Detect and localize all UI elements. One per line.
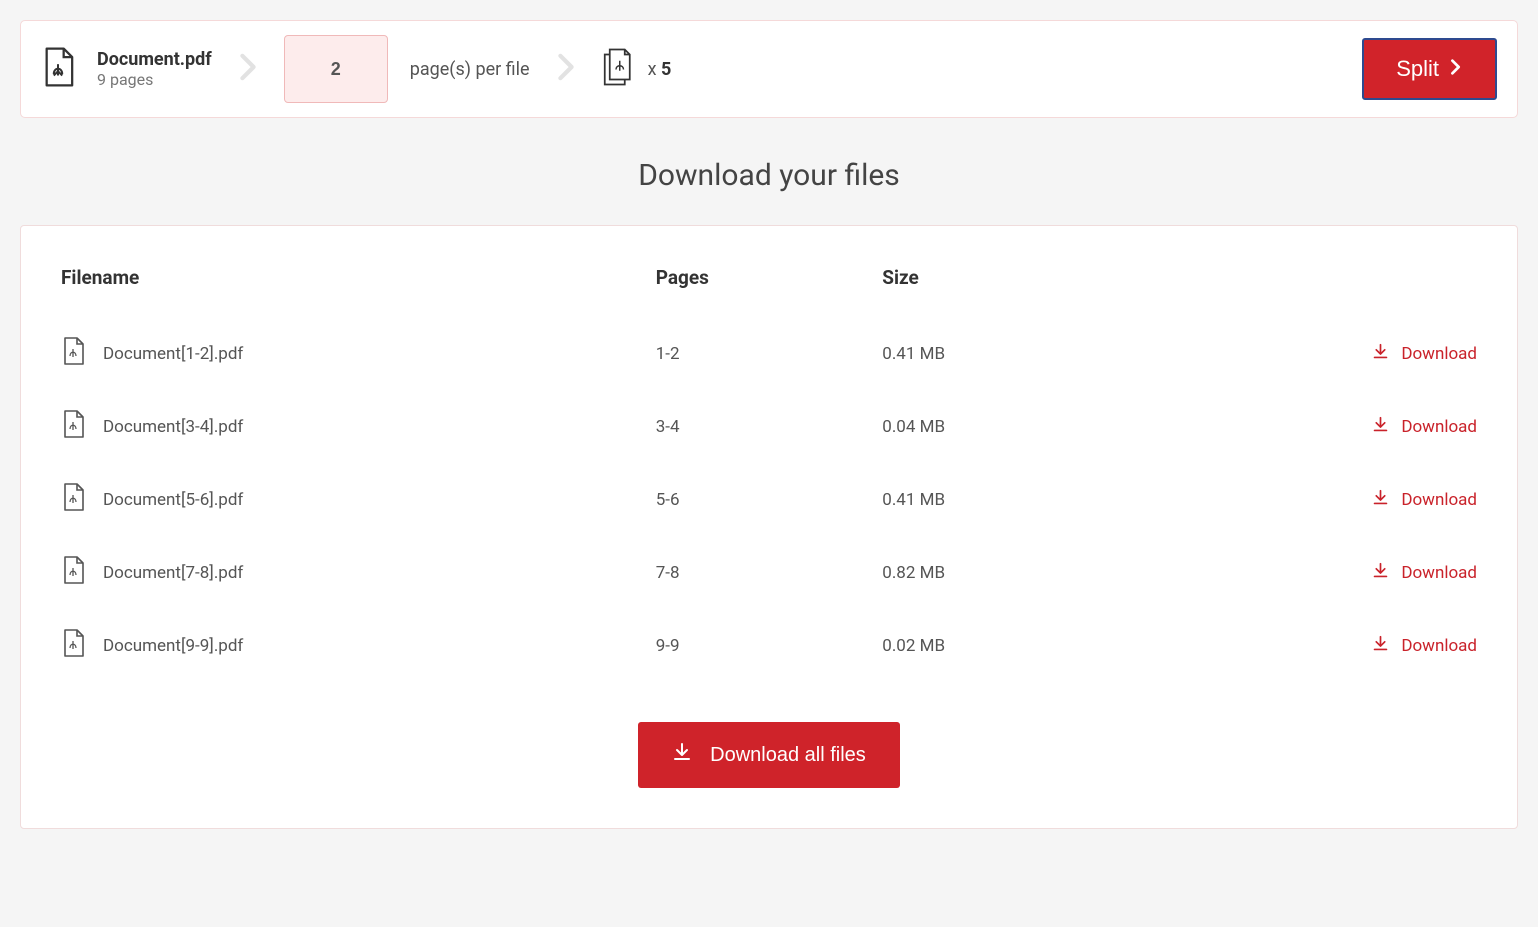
download-link[interactable]: Download: [1194, 489, 1477, 511]
pdf-icon: [61, 337, 85, 370]
download-label: Download: [1401, 490, 1477, 510]
pdf-icon: [61, 483, 85, 516]
pdf-stack-icon: [602, 47, 640, 91]
file-name: Document[9-9].pdf: [103, 636, 243, 656]
table-row: Document[1-2].pdf 1-20.41 MB Download: [61, 317, 1477, 390]
file-pages: 5-6: [656, 463, 883, 536]
file-size: 0.02 MB: [882, 609, 1194, 682]
chevron-right-icon: [556, 53, 576, 85]
file-pages: 3-4: [656, 390, 883, 463]
table-row: Document[9-9].pdf 9-90.02 MB Download: [61, 609, 1477, 682]
download-link[interactable]: Download: [1194, 416, 1477, 438]
document-name: Document.pdf: [97, 49, 212, 70]
download-icon: [1372, 489, 1389, 511]
split-config-bar: Document.pdf 9 pages page(s) per file x …: [20, 20, 1518, 118]
files-table: Filename Pages Size Document[1-2].pdf 1-2…: [61, 266, 1477, 682]
output-count-label: x 5: [648, 59, 672, 80]
header-size: Size: [882, 266, 1194, 317]
header-pages: Pages: [656, 266, 883, 317]
download-link[interactable]: Download: [1194, 635, 1477, 657]
download-icon: [672, 742, 692, 768]
header-filename: Filename: [61, 266, 656, 317]
page-title: Download your files: [20, 158, 1518, 193]
file-name: Document[5-6].pdf: [103, 490, 243, 510]
download-link[interactable]: Download: [1194, 343, 1477, 365]
download-label: Download: [1401, 636, 1477, 656]
file-name: Document[3-4].pdf: [103, 417, 243, 437]
pdf-icon: [61, 556, 85, 589]
chevron-right-icon: [238, 53, 258, 85]
split-button[interactable]: Split: [1362, 38, 1497, 100]
file-size: 0.41 MB: [882, 317, 1194, 390]
file-name: Document[1-2].pdf: [103, 344, 243, 364]
download-all-button[interactable]: Download all files: [638, 722, 900, 788]
document-info: Document.pdf 9 pages: [97, 49, 212, 89]
download-icon: [1372, 416, 1389, 438]
download-icon: [1372, 343, 1389, 365]
download-icon: [1372, 562, 1389, 584]
file-pages: 9-9: [656, 609, 883, 682]
output-count: x 5: [602, 47, 672, 91]
pages-per-file-input[interactable]: [284, 35, 388, 103]
file-name: Document[7-8].pdf: [103, 563, 243, 583]
pdf-icon: [61, 629, 85, 662]
file-pages: 1-2: [656, 317, 883, 390]
table-row: Document[7-8].pdf 7-80.82 MB Download: [61, 536, 1477, 609]
download-link[interactable]: Download: [1194, 562, 1477, 584]
document-page-count: 9 pages: [97, 70, 212, 89]
files-card: Filename Pages Size Document[1-2].pdf 1-2…: [20, 225, 1518, 829]
pdf-icon: [41, 47, 75, 91]
split-button-label: Split: [1396, 56, 1439, 82]
file-size: 0.82 MB: [882, 536, 1194, 609]
table-row: Document[5-6].pdf 5-60.41 MB Download: [61, 463, 1477, 536]
download-label: Download: [1401, 344, 1477, 364]
per-file-label: page(s) per file: [410, 59, 530, 80]
download-label: Download: [1401, 563, 1477, 583]
pdf-icon: [61, 410, 85, 443]
file-size: 0.04 MB: [882, 390, 1194, 463]
table-row: Document[3-4].pdf 3-40.04 MB Download: [61, 390, 1477, 463]
chevron-right-icon: [1449, 56, 1463, 82]
file-pages: 7-8: [656, 536, 883, 609]
download-all-label: Download all files: [710, 744, 866, 767]
file-size: 0.41 MB: [882, 463, 1194, 536]
download-icon: [1372, 635, 1389, 657]
download-label: Download: [1401, 417, 1477, 437]
